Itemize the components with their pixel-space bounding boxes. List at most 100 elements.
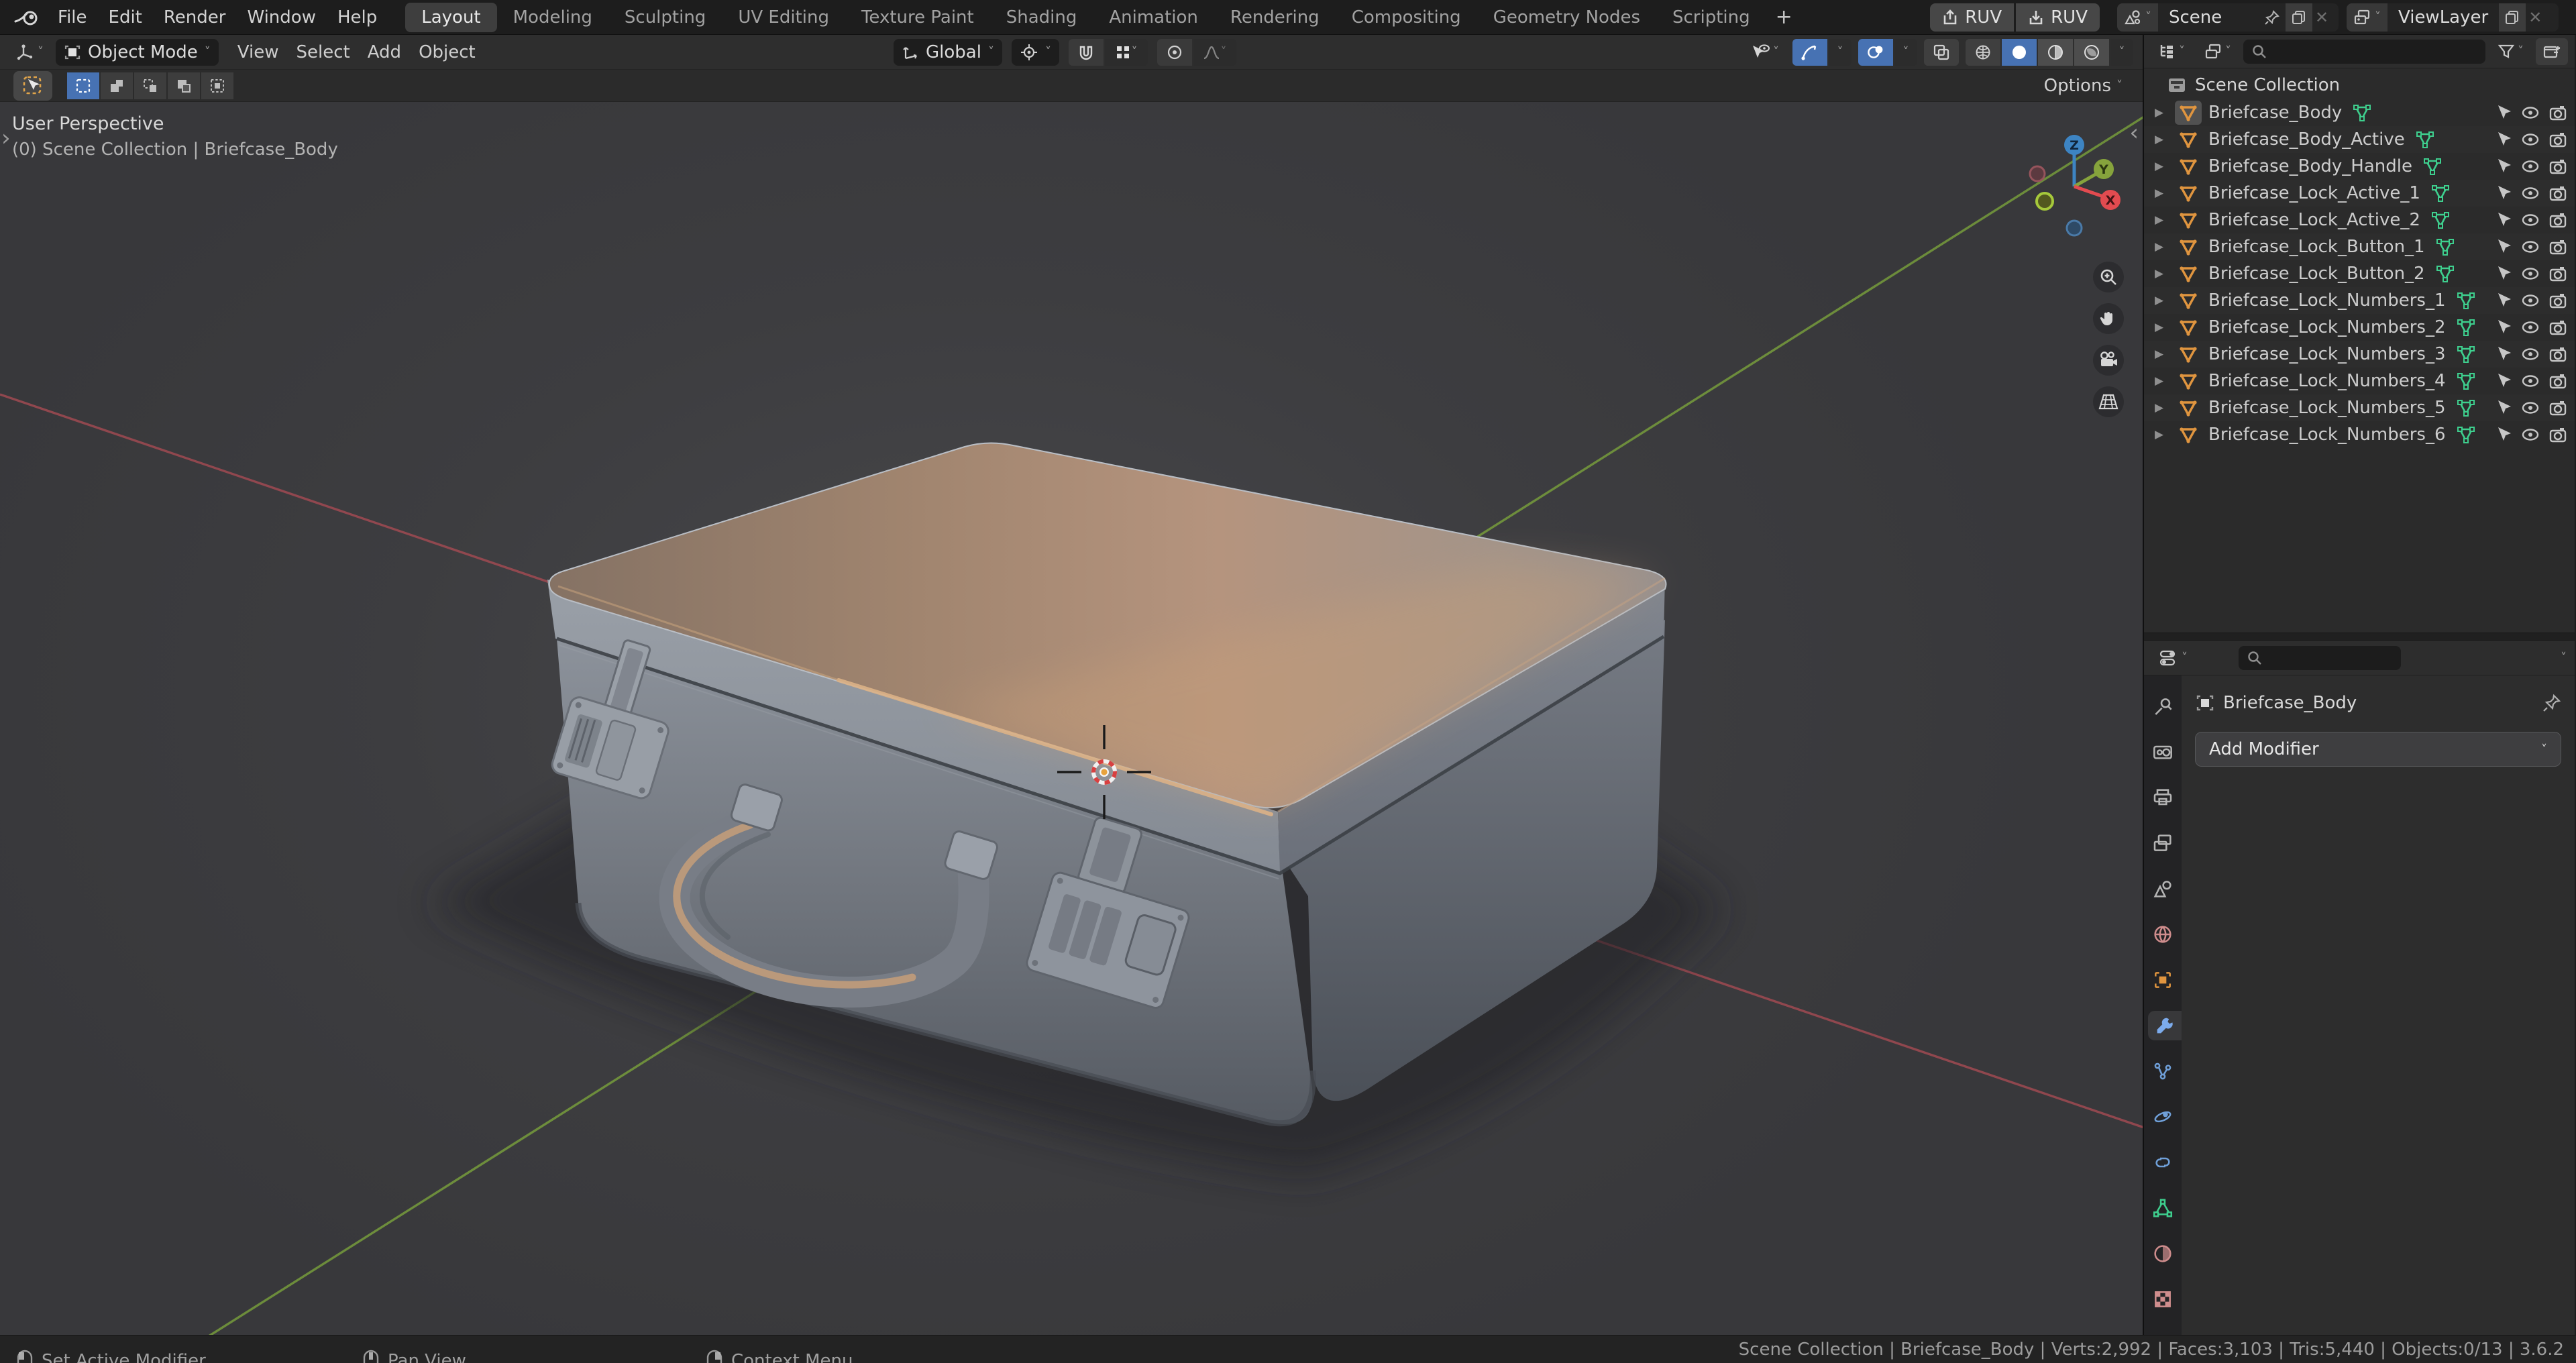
selectable-icon[interactable]: [2496, 345, 2512, 363]
object-name[interactable]: Briefcase_Lock_Numbers_1: [2208, 290, 2446, 311]
pin-id-icon[interactable]: [2542, 694, 2561, 712]
remove-viewlayer-button[interactable]: ✕: [2526, 8, 2548, 27]
expand-arrow-icon[interactable]: ▶: [2155, 401, 2175, 415]
viewport-menu-select[interactable]: Select: [290, 39, 357, 66]
pivot-point-dropdown[interactable]: ˅: [1011, 38, 1059, 66]
orthographic-toggle-button[interactable]: [2093, 386, 2124, 417]
properties-tab-modifiers[interactable]: [2148, 1011, 2182, 1040]
viewport-menu-object[interactable]: Object: [412, 39, 482, 66]
overlays-dropdown[interactable]: ˅: [1894, 38, 1917, 66]
toolbar-expand-arrow[interactable]: ›: [1, 125, 11, 152]
scene-browse-button[interactable]: ˅: [2117, 3, 2158, 32]
select-mode-invert[interactable]: [168, 72, 200, 99]
object-name[interactable]: Briefcase_Body_Handle: [2208, 156, 2412, 176]
expand-arrow-icon[interactable]: ▶: [2155, 294, 2175, 307]
navigation-gizmo[interactable]: Z Y X: [2017, 129, 2132, 244]
viewport-menu-add[interactable]: Add: [361, 39, 408, 66]
unlink-scene-button[interactable]: ✕: [2312, 8, 2335, 27]
mode-dropdown[interactable]: Object Mode ˅: [56, 38, 219, 66]
hide-render-icon[interactable]: [2549, 292, 2567, 309]
options-dropdown[interactable]: Options ˅: [2037, 73, 2129, 99]
ruv-import-button[interactable]: RUV: [2016, 3, 2100, 32]
object-name[interactable]: Briefcase_Body: [2208, 103, 2342, 123]
workspace-tab-geometry-nodes[interactable]: Geometry Nodes: [1477, 3, 1656, 32]
selectable-icon[interactable]: [2496, 426, 2512, 443]
sidebar-expand-arrow[interactable]: ‹: [2129, 119, 2139, 146]
expand-arrow-icon[interactable]: ▶: [2155, 374, 2175, 388]
hide-render-icon[interactable]: [2549, 185, 2567, 201]
shading-dropdown[interactable]: ˅: [2110, 38, 2133, 66]
outliner-object-row[interactable]: ▶ Briefcase_Lock_Numbers_2: [2144, 314, 2575, 341]
object-name[interactable]: Briefcase_Lock_Button_2: [2208, 264, 2425, 284]
pan-button[interactable]: [2093, 303, 2124, 334]
properties-tab-physics[interactable]: [2144, 1102, 2182, 1132]
properties-tab-view-layer[interactable]: [2144, 828, 2182, 858]
proportional-falloff-dropdown[interactable]: ˅: [1193, 38, 1236, 66]
hide-viewport-icon[interactable]: [2521, 320, 2540, 335]
hide-render-icon[interactable]: [2549, 400, 2567, 416]
selectable-icon[interactable]: [2496, 131, 2512, 148]
properties-options-dropdown[interactable]: ˅: [2561, 651, 2567, 665]
expand-arrow-icon[interactable]: ▶: [2155, 133, 2175, 146]
workspace-tab-shading[interactable]: Shading: [990, 3, 1093, 32]
add-workspace-button[interactable]: +: [1766, 5, 1802, 29]
new-viewlayer-button[interactable]: [2499, 3, 2526, 32]
add-modifier-button[interactable]: Add Modifier ˅: [2195, 732, 2561, 767]
outliner-object-row[interactable]: ▶ Briefcase_Body: [2144, 99, 2575, 126]
properties-tab-world[interactable]: [2144, 920, 2182, 949]
hide-render-icon[interactable]: [2549, 239, 2567, 255]
breadcrumb-object-name[interactable]: Briefcase_Body: [2223, 693, 2357, 713]
object-name[interactable]: Briefcase_Lock_Button_1: [2208, 237, 2425, 257]
ruv-export-button[interactable]: RUV: [1930, 3, 2015, 32]
outliner-object-row[interactable]: ▶ Briefcase_Lock_Numbers_1: [2144, 287, 2575, 314]
outliner-object-row[interactable]: ▶ Briefcase_Lock_Numbers_4: [2144, 368, 2575, 394]
proportional-editing-toggle[interactable]: [1157, 38, 1192, 66]
object-name[interactable]: Briefcase_Lock_Numbers_6: [2208, 425, 2446, 445]
outliner-object-row[interactable]: ▶ Briefcase_Lock_Active_2: [2144, 207, 2575, 233]
transform-orientation-dropdown[interactable]: Global ˅: [894, 38, 1002, 66]
hide-render-icon[interactable]: [2549, 319, 2567, 335]
properties-tab-constraints[interactable]: [2144, 1148, 2182, 1177]
shading-solid-button[interactable]: [2002, 38, 2037, 66]
new-scene-button[interactable]: [2286, 3, 2312, 32]
menu-file[interactable]: File: [47, 5, 98, 30]
hide-viewport-icon[interactable]: [2521, 186, 2540, 201]
outliner-object-row[interactable]: ▶ Briefcase_Body_Active: [2144, 126, 2575, 153]
properties-tab-particles[interactable]: [2144, 1056, 2182, 1086]
gizmos-toggle[interactable]: [1792, 38, 1827, 66]
hide-viewport-icon[interactable]: [2521, 213, 2540, 227]
snap-with-dropdown[interactable]: ˅: [1104, 38, 1148, 66]
scene-collection-row[interactable]: Scene Collection: [2144, 71, 2575, 99]
outliner-search-input[interactable]: [2273, 42, 2477, 61]
gizmos-dropdown[interactable]: ˅: [1829, 38, 1851, 66]
viewport-menu-view[interactable]: View: [231, 39, 286, 66]
expand-arrow-icon[interactable]: ▶: [2155, 428, 2175, 441]
outliner-search[interactable]: [2243, 39, 2485, 64]
workspace-tab-sculpting[interactable]: Sculpting: [608, 3, 722, 32]
outliner-object-row[interactable]: ▶ Briefcase_Lock_Button_2: [2144, 260, 2575, 287]
panel-splitter[interactable]: [2144, 633, 2575, 641]
selectable-icon[interactable]: [2496, 319, 2512, 336]
active-tool-select-box[interactable]: [13, 70, 52, 101]
expand-arrow-icon[interactable]: ▶: [2155, 186, 2175, 200]
selectable-icon[interactable]: [2496, 104, 2512, 121]
workspace-tab-modeling[interactable]: Modeling: [497, 3, 608, 32]
outliner-object-row[interactable]: ▶ Briefcase_Lock_Numbers_6: [2144, 421, 2575, 448]
outliner-object-row[interactable]: ▶ Briefcase_Body_Handle: [2144, 153, 2575, 180]
outliner-object-row[interactable]: ▶ Briefcase_Lock_Button_1: [2144, 233, 2575, 260]
outliner-editor-type-button[interactable]: ˅: [2151, 38, 2192, 65]
viewlayer-browse-button[interactable]: ˅: [2347, 3, 2387, 32]
menu-edit[interactable]: Edit: [98, 5, 153, 30]
filter-dropdown[interactable]: ˅: [2491, 38, 2530, 65]
select-mode-intersect[interactable]: [201, 72, 233, 99]
shading-material-button[interactable]: [2038, 38, 2073, 66]
hide-viewport-icon[interactable]: [2521, 347, 2540, 362]
expand-arrow-icon[interactable]: ▶: [2155, 321, 2175, 334]
properties-search[interactable]: [2239, 645, 2401, 670]
camera-view-button[interactable]: [2093, 345, 2124, 376]
selectable-icon[interactable]: [2496, 292, 2512, 309]
object-name[interactable]: Briefcase_Lock_Numbers_3: [2208, 344, 2446, 364]
properties-tab-material[interactable]: [2144, 1239, 2182, 1268]
menu-window[interactable]: Window: [236, 5, 327, 30]
properties-tab-object[interactable]: [2144, 965, 2182, 995]
